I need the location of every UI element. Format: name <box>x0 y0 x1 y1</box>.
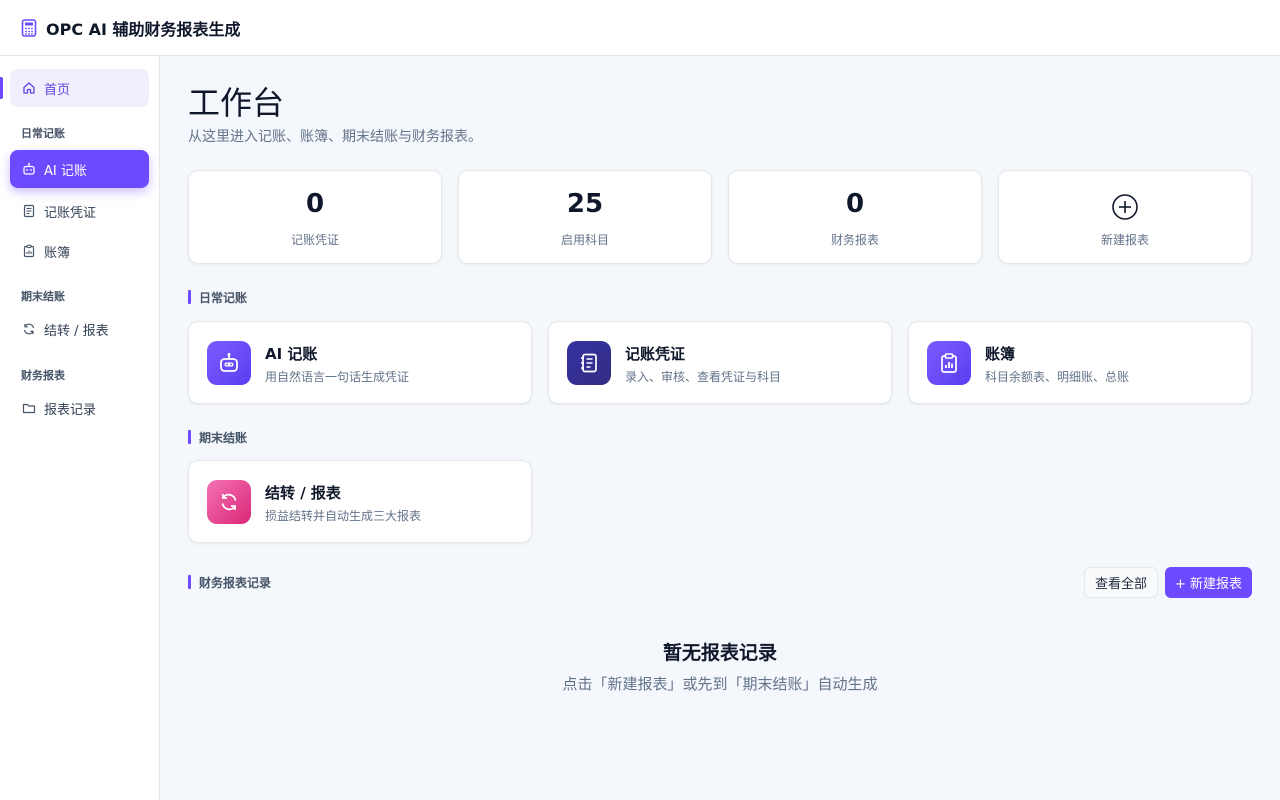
page-title: 工作台 <box>188 84 285 122</box>
app-title: OPC AI 辅助财务报表生成 <box>46 19 241 39</box>
feature-card-ledger[interactable]: 账簿 科目余额表、明细账、总账 <box>908 321 1252 404</box>
robot-icon <box>207 341 251 385</box>
new-report-button[interactable]: + 新建报表 <box>1165 567 1252 598</box>
sidebar-section-reports: 财务报表 <box>21 369 65 382</box>
feature-description: 损益结转并自动生成三大报表 <box>265 509 422 523</box>
stat-label: 启用科目 <box>560 233 609 247</box>
feature-description: 科目余额表、明细账、总账 <box>985 370 1130 384</box>
page-subtitle: 从这里进入记账、账簿、期末结账与财务报表。 <box>188 129 482 145</box>
clipboard-chart-icon <box>927 341 971 385</box>
stat-label: 新建报表 <box>1100 233 1149 247</box>
stat-value: 25 <box>566 189 604 219</box>
stat-label: 财务报表 <box>830 233 879 247</box>
plus-circle-icon <box>1112 194 1138 220</box>
feature-title: 记账凭证 <box>625 345 686 363</box>
sidebar-item-home[interactable]: 首页 <box>10 69 149 107</box>
stat-label: 记账凭证 <box>290 233 339 247</box>
stat-value: 0 <box>845 189 865 219</box>
stat-value: 0 <box>305 189 325 219</box>
sidebar-item-label: 记账凭证 <box>44 205 97 221</box>
document-icon <box>22 204 36 218</box>
section-title-report-records: 财务报表记录 <box>188 574 271 591</box>
refresh-icon <box>22 322 36 336</box>
empty-state-title: 暂无报表记录 <box>662 642 777 664</box>
section-title-period-end: 期末结账 <box>188 429 247 446</box>
sidebar-item-label: 首页 <box>44 82 71 98</box>
sidebar-item-label: 账簿 <box>44 245 71 261</box>
calculator-icon <box>20 18 38 37</box>
feature-title: 结转 / 报表 <box>265 484 341 502</box>
stat-card-accounts[interactable]: 25 启用科目 <box>458 170 712 264</box>
sidebar-item-ai-bookkeeping[interactable]: AI 记账 <box>10 150 149 188</box>
stat-card-vouchers[interactable]: 0 记账凭证 <box>188 170 442 264</box>
top-bar: OPC AI 辅助财务报表生成 <box>0 0 1280 56</box>
feature-title: 账簿 <box>985 345 1016 363</box>
refresh-icon <box>207 480 251 524</box>
feature-title: AI 记账 <box>265 345 318 363</box>
section-title-daily: 日常记账 <box>188 289 247 306</box>
stat-card-new-report[interactable]: 新建报表 <box>998 170 1252 264</box>
feature-description: 录入、审核、查看凭证与科目 <box>625 370 782 384</box>
feature-card-ai-bookkeeping[interactable]: AI 记账 用自然语言一句话生成凭证 <box>188 321 532 404</box>
feature-card-vouchers[interactable]: 记账凭证 录入、审核、查看凭证与科目 <box>548 321 892 404</box>
feature-card-closing-reports[interactable]: 结转 / 报表 损益结转并自动生成三大报表 <box>188 460 532 543</box>
sidebar-item-vouchers[interactable]: 记账凭证 <box>10 192 149 230</box>
sidebar-item-label: 结转 / 报表 <box>44 323 109 339</box>
view-all-button[interactable]: 查看全部 <box>1084 567 1158 598</box>
notebook-icon <box>567 341 611 385</box>
robot-icon <box>22 162 36 176</box>
sidebar: 首页 日常记账 AI 记账 记账凭证 账簿 期末结账 结转 / 报表 财务报表 … <box>0 56 160 800</box>
sidebar-item-closing-reports[interactable]: 结转 / 报表 <box>10 310 149 348</box>
sidebar-item-label: AI 记账 <box>44 163 87 179</box>
home-icon <box>22 81 36 95</box>
empty-state-subtitle: 点击「新建报表」或先到「期末结账」自动生成 <box>562 675 878 693</box>
sidebar-item-report-records[interactable]: 报表记录 <box>10 389 149 427</box>
sidebar-item-label: 报表记录 <box>44 402 97 418</box>
sidebar-section-daily: 日常记账 <box>21 127 65 140</box>
folder-icon <box>22 401 36 415</box>
feature-description: 用自然语言一句话生成凭证 <box>265 370 410 384</box>
stat-card-reports[interactable]: 0 财务报表 <box>728 170 982 264</box>
ledger-icon <box>22 244 36 258</box>
sidebar-item-ledger[interactable]: 账簿 <box>10 232 149 270</box>
main-content: 工作台 从这里进入记账、账簿、期末结账与财务报表。 0 记账凭证 25 启用科目… <box>160 56 1280 800</box>
active-indicator <box>0 77 3 99</box>
sidebar-section-period-end: 期末结账 <box>21 290 65 303</box>
